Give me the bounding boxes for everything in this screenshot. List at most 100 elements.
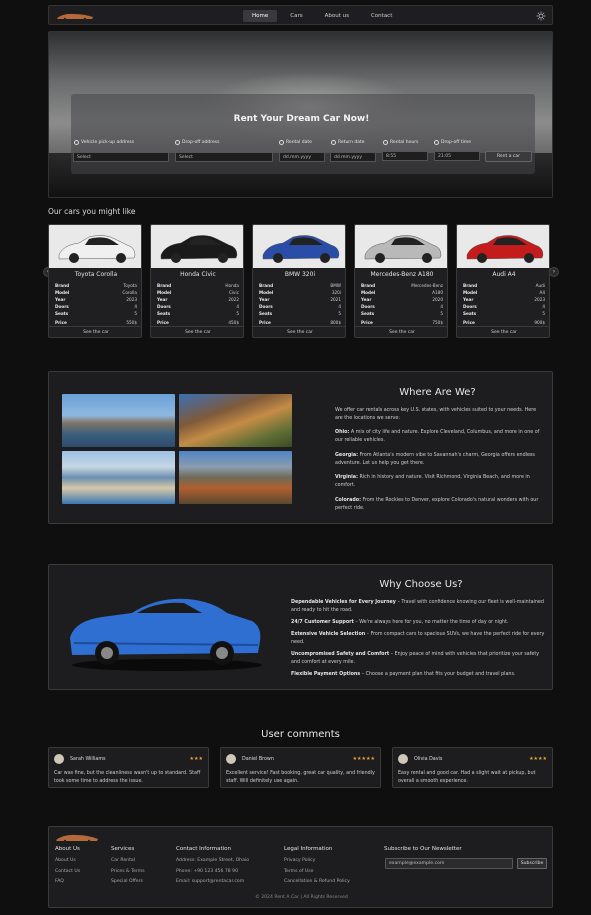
star-rating-icon: ★★★★ [529, 756, 547, 762]
calendar-icon [279, 140, 284, 145]
car-spec-doors: Doors 4 [463, 304, 545, 309]
location-icon [175, 140, 180, 145]
car-name: BMW 320i [284, 271, 316, 278]
footer-car-logo-icon [56, 834, 98, 842]
comment-card: Daniel Brown ★★★★★ Excellent service! Fast… [220, 747, 381, 788]
subscribe-button[interactable]: Subscribe [517, 858, 547, 869]
car-card: Audi A4 Brand Audi Model A4 Year 2023 Doors 4 Sea… [456, 224, 550, 338]
why-item-1: Dependable Vehicles for Every Journey – … [291, 600, 544, 613]
car-spec-doors: Doors 4 [55, 304, 137, 309]
newsletter-email-input[interactable]: example@example.com [385, 858, 513, 869]
car-spec-seats: Seats 5 [55, 311, 137, 316]
nav-about[interactable]: About us [316, 10, 358, 22]
see-the-car-button[interactable]: See the car [355, 326, 447, 337]
where-heading: Where Are We? [399, 387, 476, 398]
clock-icon [383, 140, 388, 145]
car-spec-brand: Brand Honda [157, 283, 239, 288]
car-spec-model: Model 320i [259, 290, 341, 295]
rent-a-car-button[interactable]: Rent a car [485, 151, 532, 162]
dropoff-time-label: Drop-off time [434, 140, 471, 145]
car-logo-icon[interactable] [56, 12, 94, 20]
car-photo [49, 225, 141, 268]
footer-link-prices[interactable]: Prices & Terms [111, 869, 145, 874]
car-spec-doors: Doors 4 [157, 304, 239, 309]
car-spec-model: Model A4 [463, 290, 545, 295]
newsletter-heading: Subscribe to Our Newsletter [384, 846, 462, 852]
car-spec-doors: Doors 4 [361, 304, 443, 309]
star-rating-icon: ★★★★★ [352, 756, 375, 762]
car-spec-seats: Seats 5 [361, 311, 443, 316]
footer-link-about[interactable]: About Us [55, 858, 76, 863]
footer-link-cancellation[interactable]: Cancellation & Refund Policy [284, 879, 350, 884]
footer-link-offers[interactable]: Special Offers [111, 879, 143, 884]
why-panel: Why Choose Us? Dependable Vehicles for E… [48, 564, 553, 690]
see-the-car-button[interactable]: See the car [49, 326, 141, 337]
pickup-select[interactable]: Select [73, 152, 169, 162]
nav-cars[interactable]: Cars [281, 10, 311, 22]
car-spec-price: Price 550$ [55, 320, 137, 325]
car-name: Toyota Corolla [74, 271, 118, 278]
carousel-next-icon[interactable]: › [549, 267, 559, 277]
theme-toggle-sun-icon[interactable] [536, 11, 546, 21]
car-name: Audi A4 [492, 271, 516, 278]
footer-link-contact[interactable]: Contact Us [55, 869, 80, 874]
why-item-5: Flexible Payment Options – Choose a paym… [291, 672, 516, 677]
clock-icon [434, 140, 439, 145]
pickup-label: Vehicle pick-up address [74, 140, 134, 145]
car-spec-brand: Brand Audi [463, 283, 545, 288]
nav-contact[interactable]: Contact [362, 10, 401, 22]
commenter-name: Sarah Williams [70, 757, 106, 762]
car-spec-doors: Doors 4 [259, 304, 341, 309]
dropoff-select[interactable]: Select [175, 152, 273, 162]
where-intro: We offer car rentals across key U.S. sta… [335, 408, 537, 421]
footer: About Us About Us Contact Us FAQ Service… [48, 826, 553, 908]
footer-link-faq[interactable]: FAQ [55, 879, 64, 884]
calendar-icon [331, 140, 336, 145]
car-spec-price: Price 900$ [463, 320, 545, 325]
rental-hours-label: Rental hours [383, 140, 418, 145]
hero-banner: Rent Your Dream Car Now! Vehicle pick-up… [48, 31, 553, 198]
rental-date-label: Rental date [279, 140, 312, 145]
avatar [226, 754, 236, 764]
car-spec-year: Year 2021 [259, 297, 341, 302]
see-the-car-button[interactable]: See the car [253, 326, 345, 337]
car-card: Mercedes-Benz A180 Brand Mercedes-Benz Mode… [354, 224, 448, 338]
car-photo [151, 225, 243, 268]
car-spec-seats: Seats 5 [463, 311, 545, 316]
where-virginia: Virginia: Rich in history and nature. Vi… [335, 475, 530, 488]
footer-link-privacy[interactable]: Privacy Policy [284, 858, 315, 863]
why-item-2: 24/7 Customer Support – We're always her… [291, 620, 509, 625]
hero-title: Rent Your Dream Car Now! [233, 114, 370, 124]
rental-hours-input[interactable]: 8:55 [382, 151, 428, 161]
see-the-car-button[interactable]: See the car [151, 326, 243, 337]
car-card: BMW 320i Brand BMW Model 320i Year 2021 Doors 4 S… [252, 224, 346, 338]
car-spec-model: Model Civic [157, 290, 239, 295]
footer-about-heading: About Us [55, 846, 80, 852]
blue-mustang-image [70, 598, 262, 671]
dropoff-time-input[interactable]: 21:05 [434, 151, 480, 161]
car-name: Mercedes-Benz A180 [370, 271, 434, 278]
nav-home[interactable]: Home [243, 10, 278, 22]
car-card: Toyota Corolla Brand Toyota Model Corolla Yea… [48, 224, 142, 338]
footer-legal-heading: Legal Information [284, 846, 333, 852]
avatar [398, 754, 408, 764]
commenter-name: Olivia Davis [414, 757, 443, 762]
cars-heading: Our cars you might like [48, 207, 136, 216]
footer-contact-heading: Contact Information [176, 846, 231, 852]
car-photo [253, 225, 345, 268]
copyright: © 2024 Rent A Car | All Rights Reserved [255, 895, 348, 900]
car-spec-year: Year 2023 [55, 297, 137, 302]
rental-date-input[interactable]: dd.mm.yyyy [279, 152, 325, 162]
comments-heading: User comments [261, 729, 340, 740]
car-card: Honda Civic Brand Honda Model Civic Year 2022 D… [150, 224, 244, 338]
virginia-beach-photo [62, 451, 175, 504]
location-icon [74, 140, 79, 145]
dropoff-label: Drop-off address [175, 140, 220, 145]
footer-link-car-rental[interactable]: Car Rental [111, 858, 135, 863]
return-date-input[interactable]: dd.mm.yyyy [330, 152, 376, 162]
car-spec-model: Model Corolla [55, 290, 137, 295]
footer-link-terms[interactable]: Terms of Use [284, 869, 313, 874]
see-the-car-button[interactable]: See the car [457, 326, 549, 337]
why-heading: Why Choose Us? [379, 579, 463, 590]
return-date-label: Return date [331, 140, 365, 145]
